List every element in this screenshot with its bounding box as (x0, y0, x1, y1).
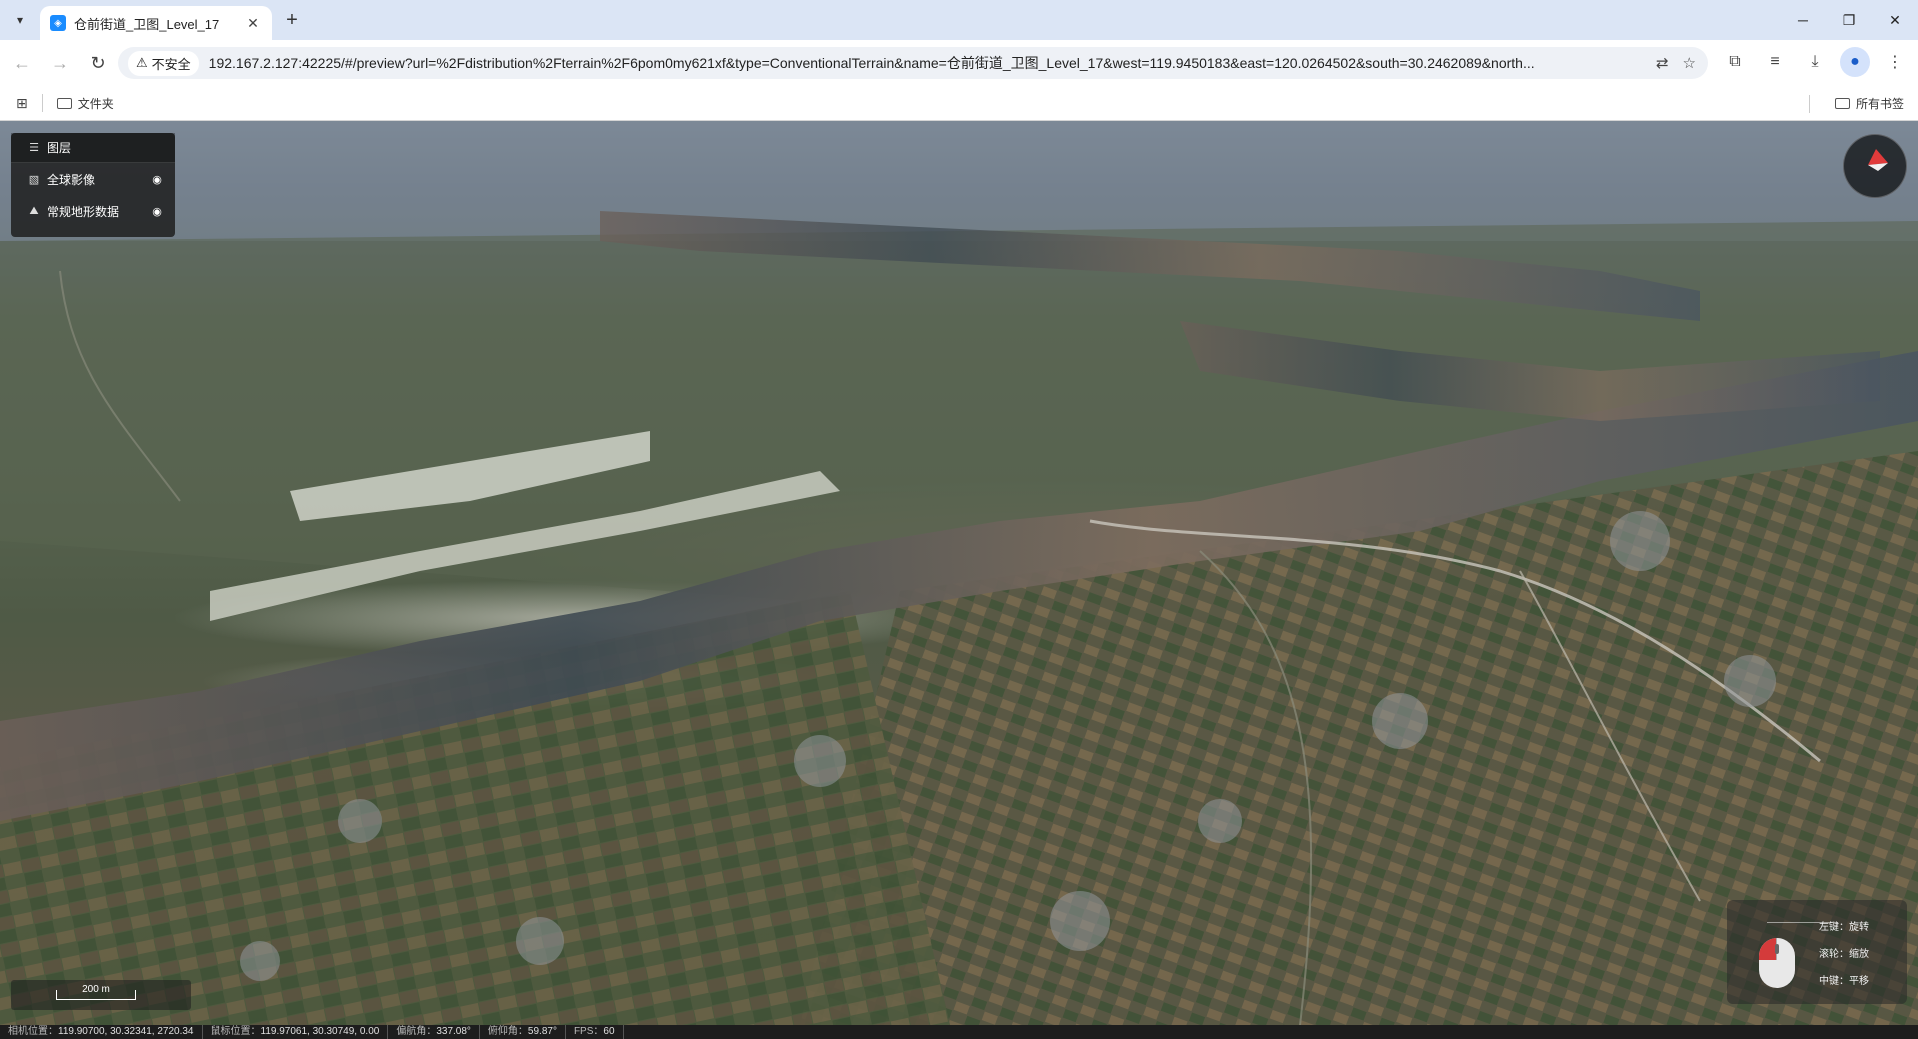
apps-grid-icon[interactable]: ⊞ (16, 95, 28, 112)
active-tab[interactable]: ◈ 仓前街道_卫图_Level_17 ✕ (40, 6, 272, 40)
tab-search-chevron-icon[interactable]: ▾ (8, 8, 32, 32)
compass-needle-icon (1868, 149, 1888, 171)
back-arrow-icon[interactable]: ← (6, 47, 38, 79)
terrain-scene (0, 121, 1918, 1025)
fps: FPS：60 (566, 1025, 624, 1039)
layers-stack-icon: ☰ (29, 142, 39, 154)
media-queue-icon[interactable]: ≡ (1760, 47, 1790, 77)
browser-toolbar: ← → ↻ ⚠ 不安全 192.167.2.127:42225/#/previe… (0, 40, 1918, 86)
all-bookmarks[interactable]: 所有书签 (1808, 95, 1904, 113)
camera-position: 相机位置：119.90700, 30.32341, 2720.34 (0, 1025, 203, 1039)
pitch-value: 59.87° (527, 1026, 557, 1037)
tab-strip: ▾ ◈ 仓前街道_卫图_Level_17 ✕ + ─ ❐ ✕ (0, 0, 1918, 40)
window-close-icon[interactable]: ✕ (1872, 0, 1918, 40)
bookmark-folder[interactable]: 文件夹 (56, 95, 114, 112)
heading: 偏航角：337.08° (388, 1025, 480, 1039)
minimize-icon[interactable]: ─ (1780, 0, 1826, 40)
all-bookmarks-label: 所有书签 (1855, 97, 1904, 111)
layer-panel-header[interactable]: ☰ 图层 (11, 133, 175, 163)
forward-arrow-icon[interactable]: → (44, 47, 76, 79)
address-bar[interactable]: ⚠ 不安全 192.167.2.127:42225/#/preview?url=… (118, 47, 1708, 79)
layer-panel-title: 图层 (47, 141, 72, 155)
help-left-click: 左键：旋转 (1819, 922, 1869, 933)
restore-icon[interactable]: ❐ (1826, 0, 1872, 40)
fps-value: 60 (603, 1026, 615, 1037)
extensions-puzzle-icon[interactable]: ⧉ (1720, 47, 1750, 77)
url-text[interactable]: 192.167.2.127:42225/#/preview?url=%2Fdis… (209, 53, 1646, 73)
map-status-bar: 相机位置：119.90700, 30.32341, 2720.34 鼠标位置：1… (0, 1025, 1918, 1039)
site-favicon-icon: ◈ (50, 15, 66, 31)
all-bookmarks-folder-icon (1834, 98, 1850, 109)
security-label: 不安全 (151, 56, 191, 72)
tab-close-icon[interactable]: ✕ (244, 15, 262, 32)
help-wheel: 滚轮：缩放 (1819, 949, 1869, 960)
scale-label: 200 m (82, 984, 110, 995)
window-controls: ─ ❐ ✕ (1780, 0, 1918, 40)
translate-icon[interactable]: ⇄ (1656, 54, 1669, 72)
browser-window: ▾ ◈ 仓前街道_卫图_Level_17 ✕ + ─ ❐ ✕ ← → ↻ ⚠ 不… (0, 0, 1918, 1039)
tab-title: 仓前街道_卫图_Level_17 (74, 16, 220, 32)
profile-avatar-icon[interactable]: ● (1840, 47, 1870, 77)
security-chip[interactable]: ⚠ 不安全 (128, 50, 199, 76)
terrain-layer-icon: ⛰ (29, 204, 39, 217)
new-tab-plus-icon[interactable]: + (280, 9, 304, 33)
heading-value: 337.08° (436, 1026, 471, 1037)
terrain-3d-viewport[interactable] (0, 121, 1918, 1025)
help-middle-click: 中键：平移 (1819, 976, 1869, 987)
visibility-eye-icon[interactable]: ◉ (147, 205, 167, 218)
bookmarks-divider (41, 94, 43, 112)
mouse-icon (1759, 938, 1795, 988)
warning-triangle-icon: ⚠ (136, 55, 148, 70)
visibility-eye-icon[interactable]: ◉ (147, 173, 167, 186)
layer-panel: ☰ 图层 ▧ 全球影像 ◉ ⛰ 常规地形数据 ◉ (11, 133, 175, 237)
imagery-layer-icon: ▧ (28, 173, 40, 186)
menu-kebab-icon[interactable]: ⋮ (1880, 47, 1910, 77)
mouse-controls-help: 左键：旋转 滚轮：缩放 中键：平移 (1727, 900, 1907, 1004)
layer-item-global-imagery[interactable]: ▧ 全球影像 ◉ (11, 163, 175, 195)
mouse-position-value: 119.97061, 30.30749, 0.00 (260, 1026, 380, 1037)
navigation-compass[interactable] (1843, 134, 1907, 198)
camera-position-value: 119.90700, 30.32341, 2720.34 (58, 1026, 194, 1037)
folder-icon (56, 97, 72, 109)
layer-item-label: 常规地形数据 (47, 204, 120, 219)
bookmarks-bar: ⊞ 文件夹 所有书签 (0, 86, 1918, 121)
bookmark-star-icon[interactable]: ☆ (1683, 54, 1696, 72)
pitch: 俯仰角：59.87° (480, 1025, 566, 1039)
reload-icon[interactable]: ↻ (82, 47, 114, 79)
download-icon[interactable]: ⤓ (1800, 47, 1830, 77)
bookmark-folder-label: 文件夹 (77, 96, 114, 111)
mouse-position: 鼠标位置：119.97061, 30.30749, 0.00 (203, 1025, 389, 1039)
layer-item-terrain-data[interactable]: ⛰ 常规地形数据 ◉ (11, 195, 175, 227)
layer-item-label: 全球影像 (47, 172, 96, 187)
